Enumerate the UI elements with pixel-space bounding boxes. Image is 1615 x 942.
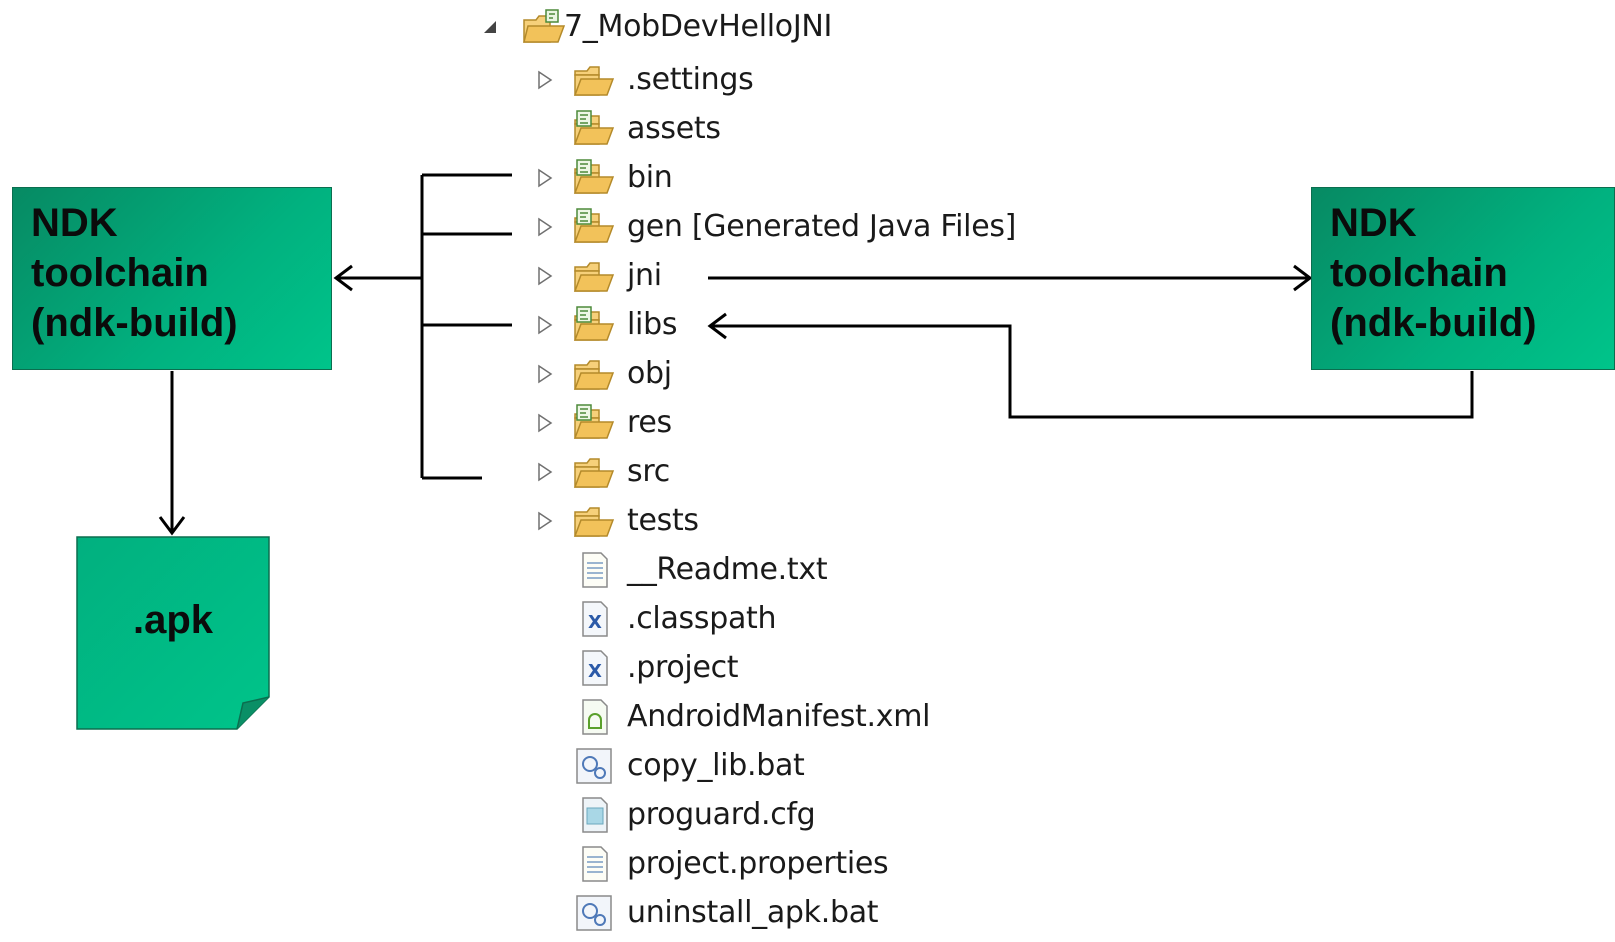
right-ndk-toolchain-label: NDK toolchain (ndk-build) (1330, 201, 1537, 345)
apk-label: .apk (132, 598, 214, 642)
right-ndk-toolchain-box: NDK toolchain (ndk-build) (1311, 187, 1615, 370)
left-ndk-toolchain-box: NDK toolchain (ndk-build) (12, 187, 332, 370)
flow-arrows (158, 173, 1474, 536)
arrow-toolchain-to-apk (158, 371, 186, 536)
arrow-to-left-toolchain (333, 264, 422, 292)
apk-document-shape: .apk (76, 536, 270, 730)
arrow-jni-to-right-toolchain (708, 264, 1313, 292)
left-ndk-toolchain-label: NDK toolchain (ndk-build) (31, 201, 238, 345)
left-bracket (420, 173, 512, 480)
